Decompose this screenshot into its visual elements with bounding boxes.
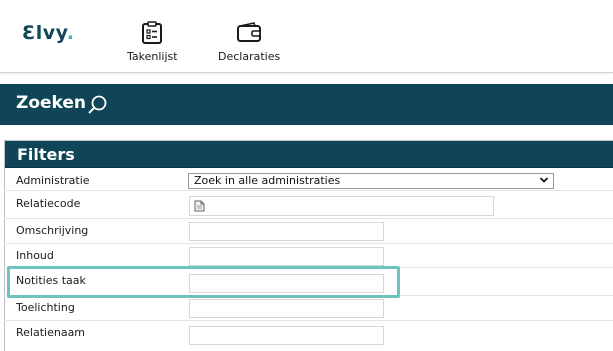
logo-dot: . — [66, 22, 75, 44]
nav-label-declaraties: Declaraties — [218, 50, 281, 63]
inhoud-input[interactable] — [189, 247, 384, 266]
page-title: Zoeken — [16, 93, 87, 113]
filter-row-toelichting: Toelichting — [4, 296, 613, 321]
highlight-frame — [7, 266, 400, 298]
filter-row-inhoud: Inhoud — [4, 244, 613, 268]
clipboard-list-icon — [141, 21, 163, 45]
filters-title: Filters — [17, 145, 75, 164]
relatienaam-input[interactable] — [189, 326, 384, 345]
filter-row-administratie: Administratie Zoek in alle administratie… — [4, 169, 613, 191]
filter-row-omschrijving: Omschrijving — [4, 219, 613, 244]
nav-label-takenlijst: Takenlijst — [127, 50, 178, 63]
nav-item-takenlijst[interactable]: Takenlijst — [127, 21, 178, 63]
wallet-icon — [236, 21, 262, 45]
field-label-omschrijving: Omschrijving — [16, 224, 89, 237]
app-logo[interactable]: Ɛlvy. — [22, 22, 74, 44]
filter-row-relatienaam: Relatienaam — [4, 321, 613, 351]
field-label-inhoud: Inhoud — [16, 249, 54, 262]
field-label-relatiecode: Relatiecode — [16, 197, 81, 210]
search-header: Zoeken — [0, 84, 613, 125]
search-icon[interactable] — [87, 94, 109, 119]
administratie-select-value: Zoek in alle administraties — [194, 174, 341, 187]
administratie-select[interactable]: Zoek in alle administraties — [188, 173, 554, 189]
logo-text: Ɛlvy — [22, 22, 67, 44]
lookup-icon[interactable] — [194, 200, 205, 215]
filter-row-relatiecode: Relatiecode — [4, 192, 613, 219]
nav-item-declaraties[interactable]: Declaraties — [218, 21, 280, 63]
filters-header: Filters — [5, 141, 613, 168]
top-navigation-bar: Ɛlvy. Takenlijst Declaraties — [0, 0, 613, 73]
toelichting-input[interactable] — [189, 299, 384, 318]
omschrijving-input[interactable] — [189, 222, 384, 241]
field-label-administratie: Administratie — [16, 174, 90, 187]
relatiecode-input[interactable] — [189, 196, 494, 216]
chevron-down-icon — [539, 175, 549, 189]
field-label-relatienaam: Relatienaam — [16, 326, 86, 339]
field-label-toelichting: Toelichting — [16, 301, 75, 314]
